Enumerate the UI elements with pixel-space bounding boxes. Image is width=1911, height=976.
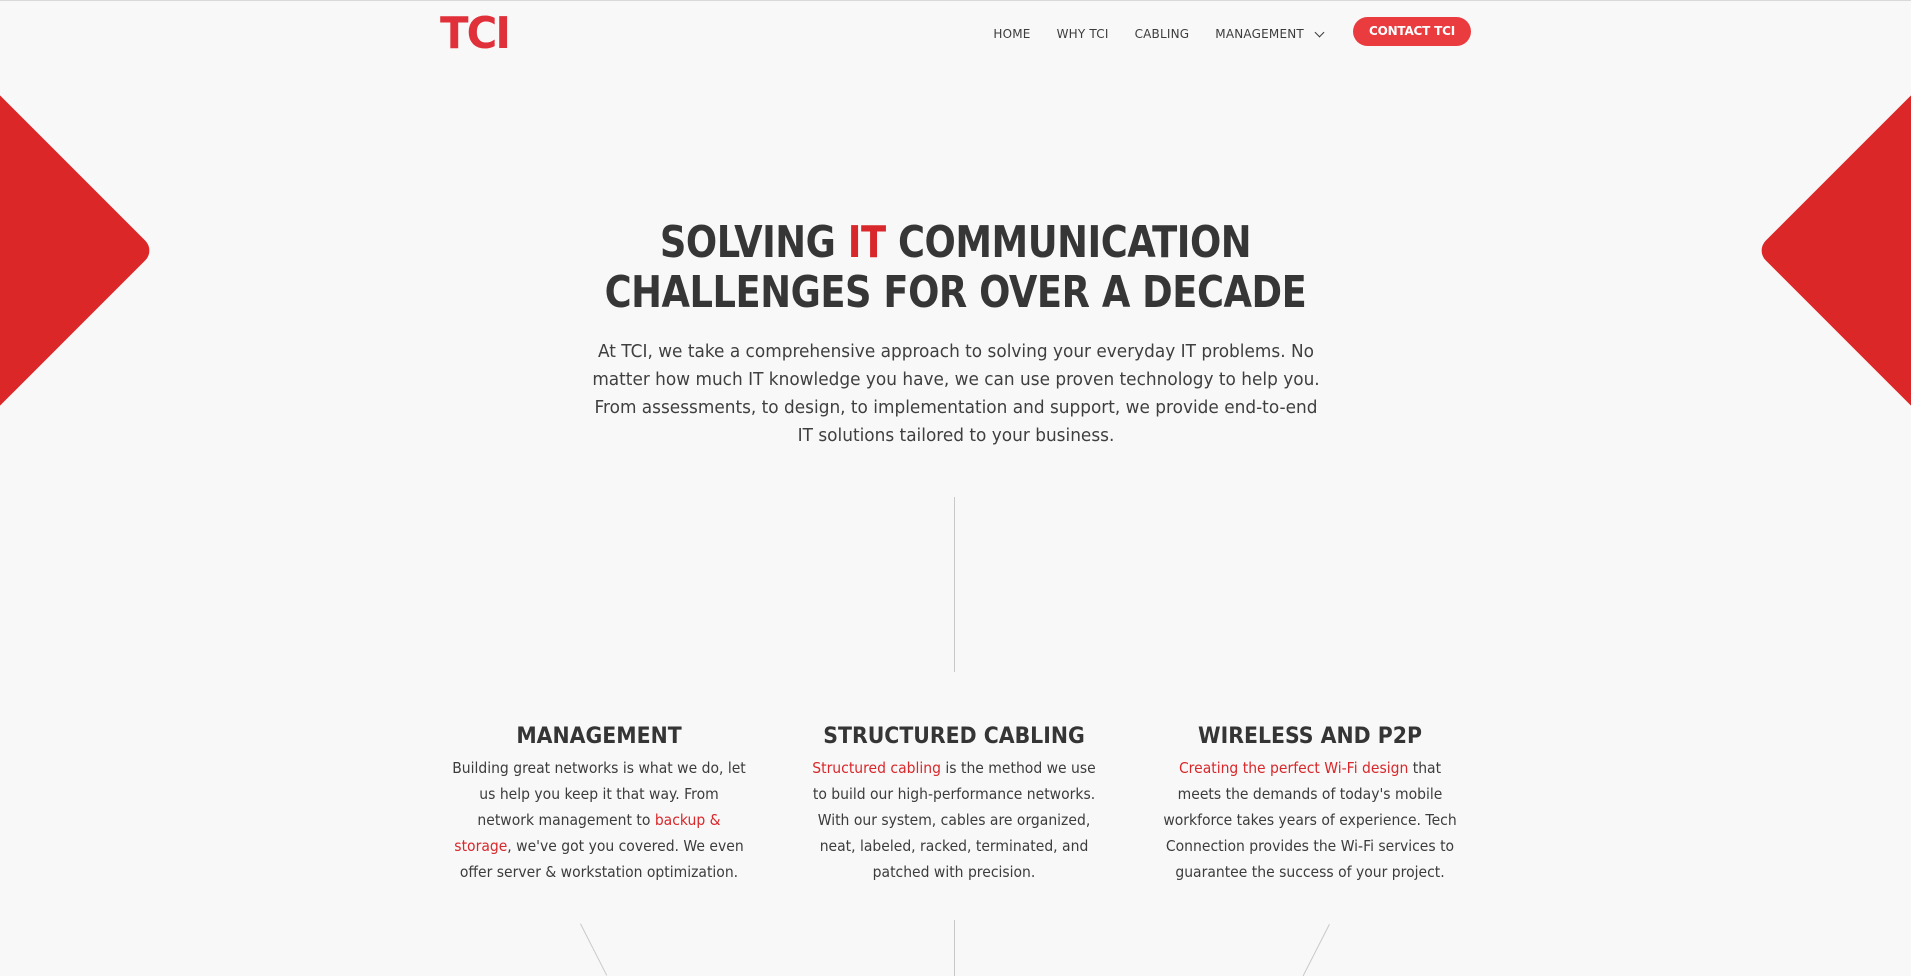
feature-text-after: is the method we use to build our high-p… bbox=[812, 759, 1096, 881]
feature-structured-cabling: STRUCTURED CABLING Structured cabling is… bbox=[794, 723, 1114, 885]
right-connector-line bbox=[1302, 924, 1330, 976]
nav-why-tci[interactable]: WHY TCI bbox=[1057, 25, 1109, 43]
feature-title: WIRELESS AND P2P bbox=[1198, 724, 1422, 749]
hero-title-line2: CHALLENGES FOR OVER A DECADE bbox=[604, 267, 1307, 318]
feature-text: Structured cabling is the method we use … bbox=[805, 755, 1103, 885]
nav-cabling[interactable]: CABLING bbox=[1135, 25, 1190, 43]
left-connector-line bbox=[580, 923, 608, 976]
tci-logo[interactable]: TCI bbox=[440, 12, 511, 56]
nav-home[interactable]: HOME bbox=[993, 25, 1030, 43]
hero-description: At TCI, we take a comprehensive approach… bbox=[591, 341, 1320, 446]
center-connector-line bbox=[954, 920, 955, 976]
hero-title-part2: COMMUNICATION bbox=[885, 217, 1252, 268]
structured-cabling-link[interactable]: Structured cabling bbox=[812, 759, 941, 777]
feature-text-after: that meets the demands of today's mobile… bbox=[1163, 759, 1457, 881]
feature-management: MANAGEMENT Building great networks is wh… bbox=[439, 723, 759, 885]
feature-title: MANAGEMENT bbox=[516, 724, 682, 749]
nav-management-label: MANAGEMENT bbox=[1215, 27, 1304, 41]
chevron-down-icon[interactable] bbox=[1314, 27, 1325, 37]
hero-title-part1: SOLVING bbox=[659, 217, 848, 268]
hero-title-accent: IT bbox=[847, 217, 886, 268]
center-divider-line bbox=[954, 497, 955, 672]
main-nav: HOME WHY TCI CABLING MANAGEMENT CONTACT … bbox=[993, 17, 1471, 46]
feature-text: Building great networks is what we do, l… bbox=[450, 755, 748, 885]
hero-title: SOLVING IT COMMUNICATION CHALLENGES FOR … bbox=[67, 218, 1844, 318]
feature-title: STRUCTURED CABLING bbox=[823, 724, 1085, 749]
wifi-design-link[interactable]: Creating the perfect Wi-Fi design bbox=[1179, 759, 1408, 777]
hero-section: SOLVING IT COMMUNICATION CHALLENGES FOR … bbox=[0, 218, 1911, 450]
feature-text: Creating the perfect Wi-Fi design that m… bbox=[1161, 755, 1459, 885]
nav-management[interactable]: MANAGEMENT bbox=[1215, 25, 1325, 43]
contact-tci-button[interactable]: CONTACT TCI bbox=[1352, 17, 1471, 46]
feature-wireless-p2p: WIRELESS AND P2P Creating the perfect Wi… bbox=[1150, 723, 1470, 885]
site-header: TCI HOME WHY TCI CABLING MANAGEMENT CONT… bbox=[0, 0, 1911, 62]
